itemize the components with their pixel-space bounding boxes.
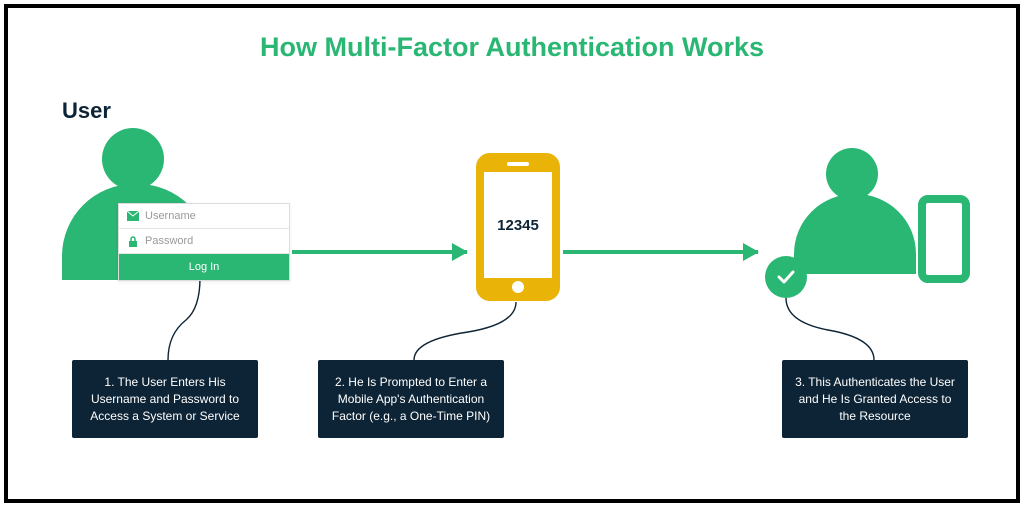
arrow-step1-step2	[292, 250, 467, 254]
callout-step-2: 2. He Is Prompted to Enter a Mobile App'…	[318, 360, 504, 438]
user-label: User	[62, 98, 111, 124]
password-placeholder: Password	[145, 235, 193, 247]
lock-icon	[127, 236, 139, 246]
login-form: Username Password Log In	[118, 203, 290, 281]
connector-3	[786, 298, 876, 365]
username-field: Username	[119, 204, 289, 229]
connector-1	[168, 278, 208, 365]
username-placeholder: Username	[145, 210, 196, 222]
login-button: Log In	[119, 254, 289, 280]
phone-icon: 12345	[476, 153, 560, 301]
connector-2	[414, 302, 524, 365]
diagram-frame: How Multi-Factor Authentication Works Us…	[4, 4, 1020, 503]
callout-step-1: 1. The User Enters His Username and Pass…	[72, 360, 258, 438]
check-icon	[765, 256, 807, 298]
mail-icon	[127, 211, 139, 221]
callout-step-3: 3. This Authenticates the User and He Is…	[782, 360, 968, 438]
password-field: Password	[119, 229, 289, 254]
diagram-title: How Multi-Factor Authentication Works	[8, 32, 1016, 63]
arrow-step2-step3	[563, 250, 758, 254]
phone-small-icon	[918, 195, 970, 283]
otp-code: 12345	[484, 172, 552, 278]
